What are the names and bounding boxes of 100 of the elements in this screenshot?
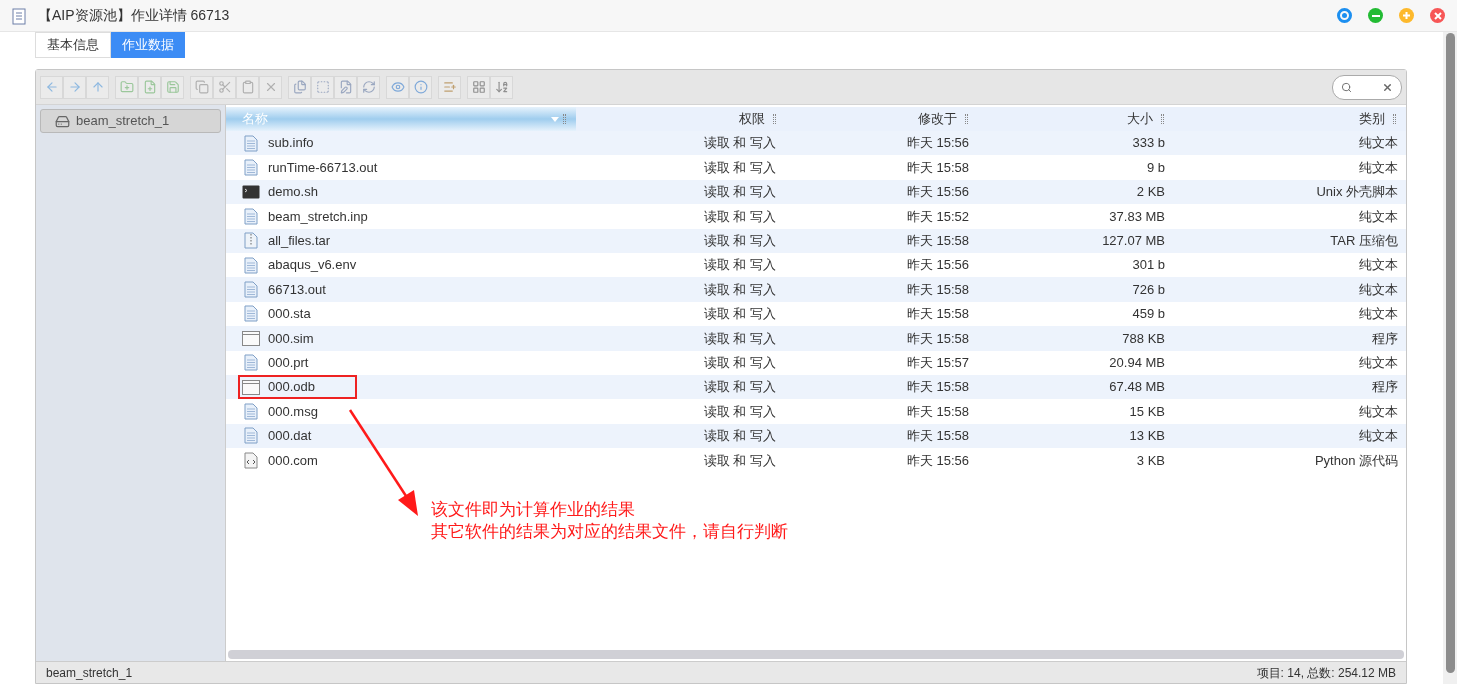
- table-cell: 读取 和 写入: [703, 428, 776, 444]
- status-path: beam_stretch_1: [46, 664, 133, 682]
- table-cell: 昨天 15:58: [906, 379, 969, 395]
- column-header[interactable]: 修改于: [785, 107, 979, 131]
- search-field[interactable]: [1332, 74, 1402, 100]
- annotation-text: 该文件即为计算作业的结果: [431, 499, 636, 522]
- code-file-icon: [244, 451, 258, 469]
- save-button[interactable]: [161, 75, 184, 99]
- table-cell: 读取 和 写入: [703, 281, 776, 297]
- resize-handle-icon: [1393, 114, 1396, 124]
- up-button[interactable]: [86, 75, 109, 99]
- table-cell: 纯文本: [1359, 281, 1398, 297]
- add-list-button[interactable]: [438, 75, 461, 99]
- file-name: 000.com: [268, 451, 318, 470]
- copy-button[interactable]: [190, 75, 213, 99]
- file-name: 000.msg: [268, 402, 318, 421]
- up-icon: [90, 80, 105, 94]
- column-header[interactable]: 类别: [1174, 107, 1406, 131]
- file-name: sub.info: [268, 134, 314, 153]
- table-cell: TAR 压缩包: [1330, 233, 1398, 248]
- preview-button[interactable]: [386, 75, 409, 99]
- table-cell: 读取 和 写入: [703, 330, 776, 346]
- new-file-button[interactable]: [138, 75, 161, 99]
- new-folder-icon: [119, 80, 134, 94]
- table-row[interactable]: demo.sh 读取 和 写入 昨天 15:56 2 KB Unix 外壳脚本: [226, 179, 1406, 205]
- table-cell: 20.94 MB: [1109, 354, 1165, 370]
- rename-icon: [338, 80, 353, 94]
- drive-icon: [55, 113, 70, 129]
- paste-button[interactable]: [236, 75, 259, 99]
- table-cell: 333 b: [1132, 135, 1165, 151]
- back-button[interactable]: [40, 75, 63, 99]
- table-cell: 昨天 15:56: [906, 135, 969, 151]
- table-cell: 纯文本: [1359, 306, 1398, 322]
- copy-icon: [194, 80, 209, 94]
- tab[interactable]: 基本信息: [35, 32, 111, 58]
- minimize-button[interactable]: [1368, 8, 1383, 23]
- target-button[interactable]: [1337, 8, 1352, 23]
- file-name: abaqus_v6.env: [268, 256, 357, 275]
- info-button[interactable]: [409, 75, 432, 99]
- table-row[interactable]: sub.info 读取 和 写入 昨天 15:56 333 b 纯文本: [226, 131, 1406, 156]
- file-name: 000.dat: [268, 427, 312, 446]
- file-name: all_files.tar: [268, 232, 331, 250]
- vertical-scrollbar[interactable]: [1445, 33, 1455, 673]
- column-header[interactable]: 权限: [575, 107, 786, 131]
- select-button[interactable]: [311, 75, 334, 99]
- table-cell: 15 KB: [1129, 403, 1165, 419]
- forward-button[interactable]: [63, 75, 86, 99]
- table-cell: 读取 和 写入: [703, 403, 776, 419]
- plus-icon: [1402, 11, 1411, 20]
- table-row[interactable]: 000.odb 读取 和 写入 昨天 15:58 67.48 MB 程序: [226, 374, 1406, 400]
- cut-button[interactable]: [213, 75, 236, 99]
- table-cell: 昨天 15:58: [906, 159, 969, 175]
- table-cell: 67.48 MB: [1109, 379, 1165, 395]
- table-cell: 读取 和 写入: [703, 257, 776, 273]
- duplicate-button[interactable]: [288, 75, 311, 99]
- new-file-icon: [142, 80, 157, 94]
- file-name: runTime-66713.out: [268, 158, 378, 177]
- cut-icon: [217, 80, 232, 94]
- table-cell: 读取 和 写入: [703, 379, 776, 395]
- table-cell: 昨天 15:58: [906, 330, 969, 346]
- table-cell: 昨天 15:58: [906, 306, 969, 322]
- table-cell: 3 KB: [1136, 452, 1165, 468]
- table-cell: 程序: [1372, 330, 1398, 346]
- document-icon: [244, 403, 258, 420]
- horizontal-scrollbar[interactable]: [228, 650, 1404, 659]
- new-folder-button[interactable]: [115, 75, 138, 99]
- table-row[interactable]: 000.dat 读取 和 写入 昨天 15:58 13 KB 纯文本: [226, 423, 1406, 449]
- table-cell: 昨天 15:58: [906, 403, 969, 419]
- document-icon: [244, 256, 258, 274]
- table-cell: 昨天 15:56: [906, 257, 969, 273]
- sort-button[interactable]: [490, 75, 513, 99]
- table-row[interactable]: 66713.out 读取 和 写入 昨天 15:58 726 b 纯文本: [226, 277, 1406, 302]
- status-summary: 项目: 14, 总数: 254.12 MB: [1256, 664, 1396, 682]
- grid-view-button[interactable]: [467, 75, 490, 99]
- table-cell: 昨天 15:56: [906, 184, 969, 200]
- refresh-button[interactable]: [357, 75, 380, 99]
- rename-button[interactable]: [334, 75, 357, 99]
- sidebar-item[interactable]: beam_stretch_1: [40, 109, 221, 133]
- resize-handle-icon: [562, 114, 566, 124]
- close-button[interactable]: [1430, 8, 1445, 23]
- table-cell: 9 b: [1146, 159, 1165, 175]
- resize-handle-icon: [965, 114, 969, 124]
- table-cell: 纯文本: [1359, 354, 1398, 370]
- paste-icon: [240, 80, 255, 94]
- table-row[interactable]: 000.sim 读取 和 写入 昨天 15:58 788 KB 程序: [226, 326, 1406, 351]
- document-icon: [244, 427, 258, 445]
- sort-icon: [494, 80, 509, 94]
- delete-button[interactable]: [259, 75, 282, 99]
- file-name: 000.prt: [268, 353, 309, 372]
- table-cell: 昨天 15:56: [906, 452, 969, 468]
- table-row[interactable]: all_files.tar 读取 和 写入 昨天 15:58 127.07 MB TAR 压缩包: [226, 228, 1406, 253]
- column-header[interactable]: 大小: [978, 107, 1175, 131]
- table-cell: 纯文本: [1359, 208, 1398, 224]
- maximize-button[interactable]: [1399, 8, 1414, 23]
- clear-icon: [1382, 81, 1393, 93]
- resize-handle-icon: [772, 114, 776, 124]
- table-cell: 纯文本: [1359, 403, 1398, 419]
- resize-handle-icon: [1161, 114, 1165, 124]
- table-cell: 昨天 15:58: [906, 428, 969, 444]
- add-list-icon: [442, 80, 457, 94]
